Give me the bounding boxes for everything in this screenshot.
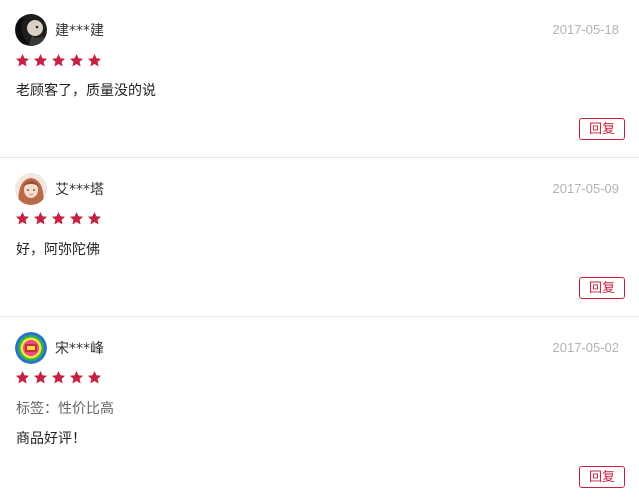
star-icon — [51, 370, 66, 384]
avatar[interactable] — [15, 14, 47, 46]
review-content: 好，阿弥陀佛 — [16, 242, 100, 258]
star-icon — [51, 53, 66, 67]
review-item: 宋***峰 2017-05-02 标签：性价比高 商品好评！ 回复 — [0, 317, 639, 501]
rating-stars — [15, 370, 102, 386]
star-icon — [33, 211, 48, 225]
reply-button[interactable]: 回复 — [579, 466, 625, 488]
review-tags: 标签：性价比高 — [16, 401, 114, 417]
star-icon — [15, 370, 30, 384]
review-date: 2017-05-02 — [552, 340, 620, 355]
star-icon — [51, 211, 66, 225]
star-icon — [33, 370, 48, 384]
review-item: 艾***塔 2017-05-09 好，阿弥陀佛 回复 — [0, 158, 639, 317]
star-icon — [15, 211, 30, 225]
avatar[interactable] — [15, 173, 47, 205]
star-icon — [87, 370, 102, 384]
username: 艾***塔 — [55, 182, 104, 198]
reply-button[interactable]: 回复 — [579, 277, 625, 299]
girl-portrait-avatar-icon — [15, 173, 47, 205]
avatar[interactable] — [15, 332, 47, 364]
reply-button[interactable]: 回复 — [579, 118, 625, 140]
review-item: 建***建 2017-05-18 老顾客了，质量没的说 回复 — [0, 0, 639, 158]
star-icon — [15, 53, 30, 67]
star-icon — [87, 53, 102, 67]
review-content: 老顾客了，质量没的说 — [16, 83, 156, 99]
review-date: 2017-05-09 — [552, 181, 620, 196]
star-icon — [33, 53, 48, 67]
star-icon — [69, 370, 84, 384]
star-icon — [69, 53, 84, 67]
review-date: 2017-05-18 — [552, 22, 620, 37]
star-icon — [69, 211, 84, 225]
star-icon — [87, 211, 102, 225]
colorful-badge-avatar-icon — [15, 332, 47, 364]
username: 建***建 — [55, 23, 104, 39]
rating-stars — [15, 53, 102, 69]
review-list: 建***建 2017-05-18 老顾客了，质量没的说 回复 艾***塔 201… — [0, 0, 639, 501]
username: 宋***峰 — [55, 341, 104, 357]
dark-portrait-avatar-icon — [15, 14, 47, 46]
rating-stars — [15, 211, 102, 227]
review-content: 商品好评！ — [16, 431, 86, 447]
